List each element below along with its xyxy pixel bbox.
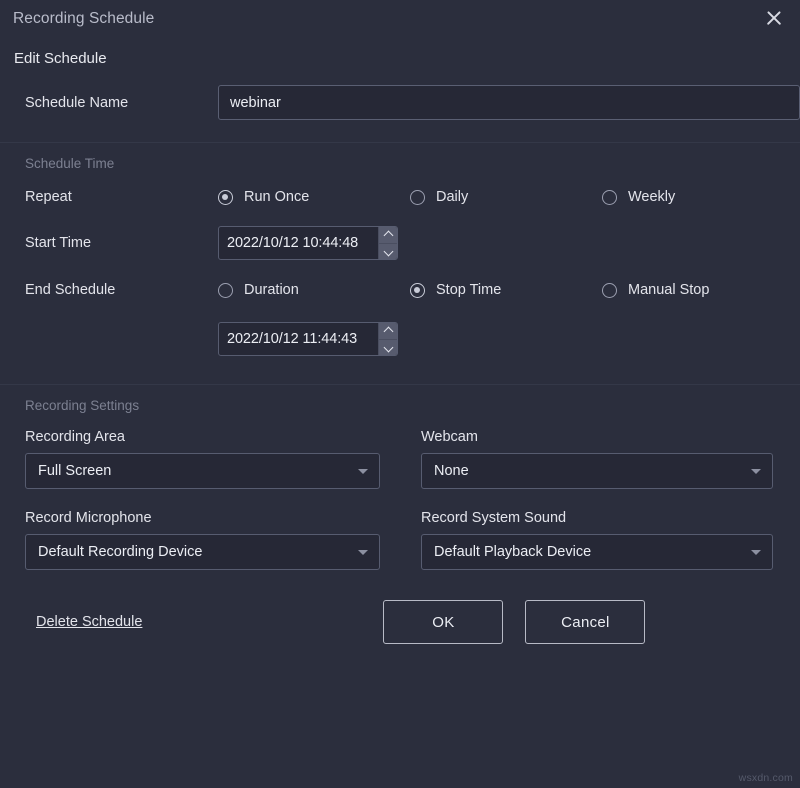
record-system-sound-select[interactable]: Default Playback Device	[421, 534, 773, 570]
radio-label: Daily	[436, 189, 468, 205]
caret-down-icon	[751, 469, 761, 474]
schedule-name-input[interactable]	[218, 85, 800, 120]
radio-dot-icon	[602, 283, 617, 298]
start-time-spinner[interactable]: 2022/10/12 10:44:48	[218, 226, 398, 260]
record-system-sound-value: Default Playback Device	[434, 544, 591, 560]
schedule-name-row: Schedule Name	[0, 85, 800, 120]
section-divider-top	[0, 142, 800, 143]
end-schedule-radio-group: Duration Stop Time Manual Stop	[218, 282, 794, 298]
dialog-footer: Delete Schedule OK Cancel	[0, 600, 800, 644]
radio-label: Weekly	[628, 189, 675, 205]
radio-weekly[interactable]: Weekly	[602, 189, 675, 205]
chevron-down-icon	[383, 342, 393, 352]
radio-duration[interactable]: Duration	[218, 282, 299, 298]
dialog-titlebar: Recording Schedule	[0, 0, 800, 38]
section-divider-bottom	[0, 384, 800, 385]
radio-stop-time[interactable]: Stop Time	[410, 282, 501, 298]
cancel-button[interactable]: Cancel	[525, 600, 645, 644]
caret-down-icon	[751, 550, 761, 555]
start-time-value[interactable]: 2022/10/12 10:44:48	[219, 227, 378, 259]
record-system-sound-field: Record System Sound Default Playback Dev…	[421, 510, 773, 570]
watermark: wsxdn.com	[739, 772, 793, 784]
webcam-value: None	[434, 463, 469, 479]
end-schedule-row: End Schedule Duration Stop Time Manual S…	[0, 282, 800, 298]
repeat-radio-group: Run Once Daily Weekly	[218, 189, 794, 205]
radio-slot: Weekly	[602, 189, 794, 205]
stop-time-spinner-buttons	[378, 323, 397, 355]
delete-schedule-link[interactable]: Delete Schedule	[36, 614, 142, 630]
radio-dot-icon	[218, 190, 233, 205]
radio-label: Run Once	[244, 189, 309, 205]
webcam-select[interactable]: None	[421, 453, 773, 489]
radio-daily[interactable]: Daily	[410, 189, 468, 205]
webcam-label: Webcam	[421, 429, 773, 445]
stop-time-decrement-button[interactable]	[379, 339, 397, 355]
record-microphone-value: Default Recording Device	[38, 544, 202, 560]
chevron-up-icon	[383, 327, 393, 337]
record-microphone-select[interactable]: Default Recording Device	[25, 534, 380, 570]
close-icon[interactable]	[762, 6, 786, 30]
end-schedule-label: End Schedule	[25, 282, 218, 298]
start-time-row: Start Time 2022/10/12 10:44:48	[0, 226, 800, 260]
repeat-label: Repeat	[25, 189, 218, 205]
stop-time-row: 2022/10/12 11:44:43	[0, 322, 800, 356]
radio-slot: Daily	[410, 189, 602, 205]
start-time-decrement-button[interactable]	[379, 243, 397, 259]
radio-slot: Stop Time	[410, 282, 602, 298]
caret-down-icon	[358, 550, 368, 555]
record-microphone-label: Record Microphone	[25, 510, 421, 526]
radio-label: Manual Stop	[628, 282, 709, 298]
radio-run-once[interactable]: Run Once	[218, 189, 309, 205]
chevron-down-icon	[383, 246, 393, 256]
radio-slot: Manual Stop	[602, 282, 794, 298]
page-title: Edit Schedule	[0, 38, 800, 67]
schedule-time-group-label: Schedule Time	[0, 156, 800, 171]
radio-dot-icon	[410, 190, 425, 205]
stop-time-increment-button[interactable]	[379, 323, 397, 339]
recording-schedule-dialog: { "window": { "title": "Recording Schedu…	[0, 0, 800, 788]
stop-time-value[interactable]: 2022/10/12 11:44:43	[219, 323, 378, 355]
recording-settings-group-label: Recording Settings	[0, 398, 800, 413]
radio-slot: Duration	[218, 282, 410, 298]
radio-dot-icon	[218, 283, 233, 298]
recording-settings-grid: Recording Area Full Screen Webcam None R…	[0, 429, 800, 570]
radio-manual-stop[interactable]: Manual Stop	[602, 282, 709, 298]
record-system-sound-label: Record System Sound	[421, 510, 773, 526]
stop-time-spinner[interactable]: 2022/10/12 11:44:43	[218, 322, 398, 356]
record-microphone-field: Record Microphone Default Recording Devi…	[25, 510, 421, 570]
radio-dot-icon	[410, 283, 425, 298]
window-title: Recording Schedule	[13, 10, 154, 28]
recording-area-label: Recording Area	[25, 429, 421, 445]
radio-dot-icon	[602, 190, 617, 205]
ok-button[interactable]: OK	[383, 600, 503, 644]
radio-slot: Run Once	[218, 189, 410, 205]
start-time-label: Start Time	[25, 235, 218, 251]
caret-down-icon	[358, 469, 368, 474]
radio-label: Stop Time	[436, 282, 501, 298]
schedule-name-label: Schedule Name	[25, 95, 218, 111]
start-time-spinner-buttons	[378, 227, 397, 259]
repeat-row: Repeat Run Once Daily Weekly	[0, 189, 800, 205]
recording-area-select[interactable]: Full Screen	[25, 453, 380, 489]
webcam-field: Webcam None	[421, 429, 773, 489]
chevron-up-icon	[383, 231, 393, 241]
recording-area-value: Full Screen	[38, 463, 111, 479]
radio-label: Duration	[244, 282, 299, 298]
start-time-increment-button[interactable]	[379, 227, 397, 243]
recording-area-field: Recording Area Full Screen	[25, 429, 421, 489]
